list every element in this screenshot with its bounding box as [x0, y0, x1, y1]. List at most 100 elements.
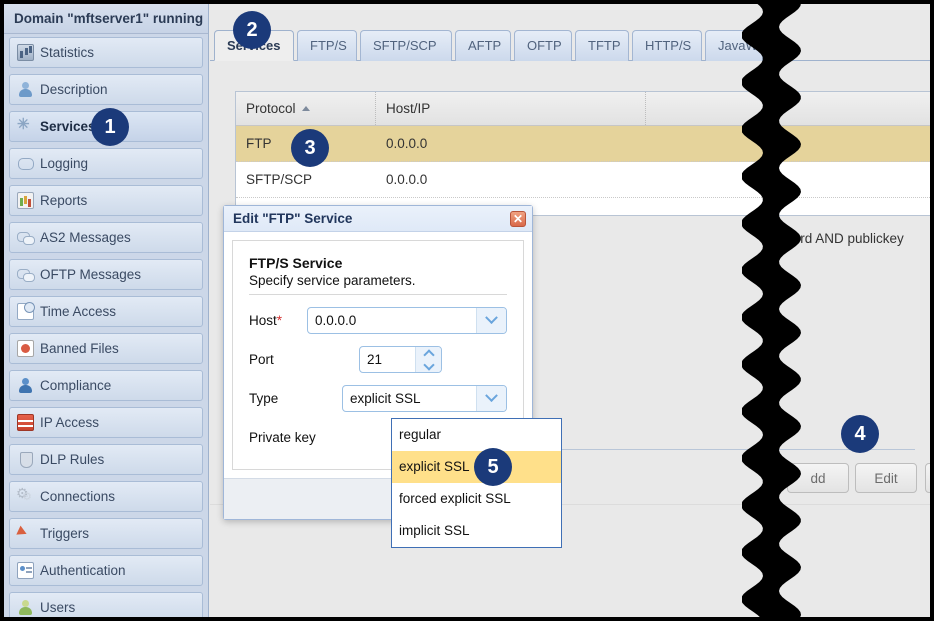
sidebar-item-triggers[interactable]: Triggers [9, 518, 203, 549]
sidebar-item-statistics[interactable]: Statistics [9, 37, 203, 68]
type-label: Type [249, 391, 342, 406]
time-access-icon [17, 303, 34, 320]
port-spinner[interactable]: 21 [359, 346, 442, 373]
callout-badge-3: 3 [291, 129, 329, 167]
wizard-title: FTP/S Service [249, 255, 507, 271]
tab-http-s[interactable]: HTTP/S [632, 30, 702, 61]
column-header-host[interactable]: Host/IP [376, 92, 646, 125]
host-value: 0.0.0.0 [308, 313, 476, 328]
sidebar-item-label: Authentication [40, 563, 126, 578]
banned-files-icon [17, 340, 34, 357]
dropdown-option-implicit-ssl[interactable]: implicit SSL [392, 515, 561, 547]
sort-ascending-icon [302, 106, 310, 111]
person-icon [17, 81, 34, 98]
port-value: 21 [360, 352, 415, 367]
type-value: explicit SSL [343, 391, 476, 406]
left-navigation-pane: Domain "mftserver1" running Statistics De… [4, 4, 209, 617]
close-icon[interactable]: ✕ [510, 211, 526, 227]
tab-label: TFTP [588, 38, 621, 53]
edit-button[interactable]: Edit [855, 463, 917, 493]
compliance-icon [17, 377, 34, 394]
tab-label: JavaW [718, 38, 758, 53]
frame-bottom [0, 617, 934, 621]
sidebar-item-label: IP Access [40, 415, 99, 430]
add-button-label: dd [810, 471, 825, 486]
dropdown-option-forced-explicit-ssl[interactable]: forced explicit SSL [392, 483, 561, 515]
sidebar-item-label: Statistics [40, 45, 94, 60]
tab-oftp[interactable]: OFTP [514, 30, 572, 61]
host-control: 0.0.0.0 [307, 307, 507, 334]
frame-top [0, 0, 934, 4]
type-combobox[interactable]: explicit SSL [342, 385, 507, 412]
reports-icon [17, 192, 34, 209]
sidebar-item-time-access[interactable]: Time Access [9, 296, 203, 327]
dropdown-option-regular[interactable]: regular [392, 419, 561, 451]
sidebar-item-description[interactable]: Description [9, 74, 203, 105]
host-label: Host* [249, 313, 307, 328]
chevron-down-icon[interactable] [476, 386, 506, 411]
logging-icon [17, 155, 34, 172]
messages-icon [17, 266, 34, 283]
host-label-text: Host [249, 313, 277, 328]
statistics-icon [17, 44, 34, 61]
chevron-down-icon[interactable] [476, 308, 506, 333]
cell-extra [646, 162, 934, 197]
frame-right [930, 0, 934, 621]
authentication-icon [17, 562, 34, 579]
ip-access-icon [17, 414, 34, 431]
sidebar-item-label: Time Access [40, 304, 116, 319]
column-header-protocol[interactable]: Protocol [236, 92, 376, 125]
sidebar-item-label: Triggers [40, 526, 89, 541]
tab-label: OFTP [527, 38, 562, 53]
host-combobox[interactable]: 0.0.0.0 [307, 307, 507, 334]
table-header-row: Protocol Host/IP [236, 92, 934, 126]
tab-tftp[interactable]: TFTP [575, 30, 629, 61]
services-icon [17, 118, 34, 135]
form-row-port: Port 21 [249, 346, 507, 373]
screenshot-root: Domain "mftserver1" running Statistics De… [0, 0, 934, 621]
sidebar-item-oftp-messages[interactable]: OFTP Messages [9, 259, 203, 290]
spinner-buttons[interactable] [415, 347, 441, 372]
tab-ftp-s[interactable]: FTP/S [297, 30, 357, 61]
sidebar-item-reports[interactable]: Reports [9, 185, 203, 216]
cell-host: 0.0.0.0 [376, 162, 646, 197]
cell-protocol: SFTP/SCP [236, 162, 376, 197]
callout-badge-4: 4 [841, 415, 879, 453]
sidebar-item-logging[interactable]: Logging [9, 148, 203, 179]
sidebar-item-banned-files[interactable]: Banned Files [9, 333, 203, 364]
table-row[interactable]: SFTP/SCP 0.0.0.0 [236, 162, 934, 198]
port-control: 21 [359, 346, 442, 373]
sidebar-item-ip-access[interactable]: IP Access [9, 407, 203, 438]
sidebar-item-authentication[interactable]: Authentication [9, 555, 203, 586]
domain-status-header: Domain "mftserver1" running [4, 4, 208, 34]
tab-label: HTTP/S [645, 38, 691, 53]
dialog-title-bar[interactable]: Edit "FTP" Service ✕ [224, 206, 532, 232]
edit-button-label: Edit [874, 471, 897, 486]
dlp-rules-icon [17, 451, 34, 468]
table-row[interactable]: FTP 0.0.0.0 [236, 126, 934, 162]
sidebar-item-compliance[interactable]: Compliance [9, 370, 203, 401]
triggers-icon [17, 525, 34, 542]
sidebar-item-dlp-rules[interactable]: DLP Rules [9, 444, 203, 475]
chevron-down-icon[interactable] [423, 359, 434, 370]
tab-label: AFTP [468, 38, 501, 53]
tab-label: SFTP/SCP [373, 38, 437, 53]
tab-sftp-scp[interactable]: SFTP/SCP [360, 30, 452, 61]
users-icon [17, 599, 34, 616]
sidebar-item-label: Logging [40, 156, 88, 171]
add-button[interactable]: dd [787, 463, 849, 493]
services-table: Protocol Host/IP FTP 0.0.0.0 SFTP/SCP 0.… [235, 91, 934, 216]
tab-aftp[interactable]: AFTP [455, 30, 511, 61]
tab-javaw[interactable]: JavaW [705, 30, 763, 61]
column-header-host-label: Host/IP [386, 101, 430, 116]
cell-extra [646, 126, 934, 161]
truncated-auth-text: word AND publickey [783, 231, 904, 246]
private-key-label: Private key [249, 430, 342, 445]
cell-host: 0.0.0.0 [376, 126, 646, 161]
form-row-host: Host* 0.0.0.0 [249, 307, 507, 334]
frame-left [0, 0, 4, 621]
required-marker: * [277, 313, 282, 328]
column-header-extra[interactable] [646, 92, 934, 125]
sidebar-item-as2-messages[interactable]: AS2 Messages [9, 222, 203, 253]
sidebar-item-connections[interactable]: Connections [9, 481, 203, 512]
